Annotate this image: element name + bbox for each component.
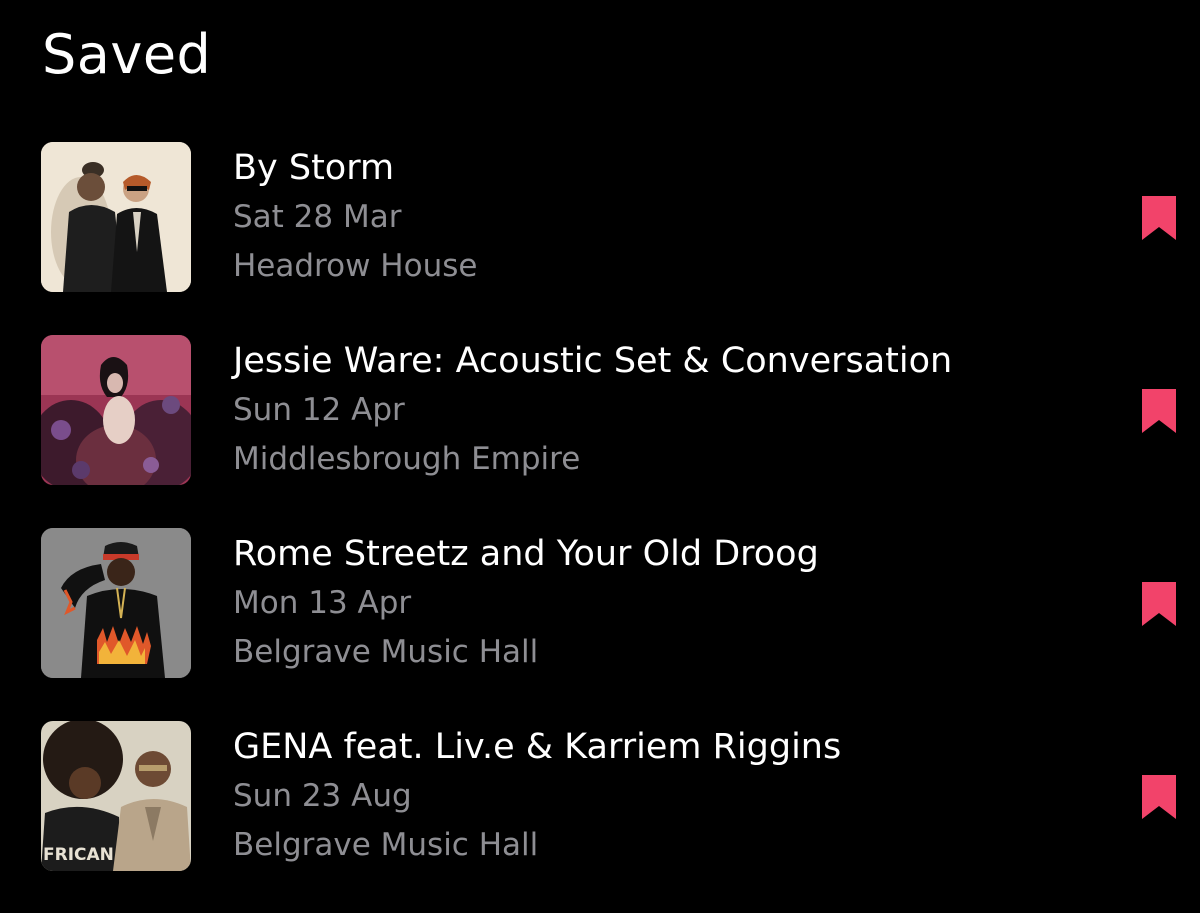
page-title: Saved <box>42 23 212 86</box>
event-thumbnail <box>41 142 191 292</box>
bookmark-filled-icon[interactable] <box>1142 389 1176 433</box>
event-title: Rome Streetz and Your Old Droog <box>233 534 819 574</box>
event-date: Mon 13 Apr <box>233 585 412 621</box>
event-thumbnail <box>41 335 191 485</box>
event-title: Jessie Ware: Acoustic Set & Conversation <box>233 341 953 381</box>
event-date: Sun 23 Aug <box>233 778 412 814</box>
list-item[interactable]: Rome Streetz and Your Old Droog Mon 13 A… <box>0 527 1200 720</box>
list-item[interactable]: FRICAN GENA feat. Liv.e & Karriem Riggin… <box>0 720 1200 913</box>
bookmark-filled-icon[interactable] <box>1142 196 1176 240</box>
event-venue: Middlesbrough Empire <box>233 441 581 477</box>
event-venue: Belgrave Music Hall <box>233 634 539 670</box>
event-venue: Headrow House <box>233 248 478 284</box>
event-date: Sun 12 Apr <box>233 392 405 428</box>
event-venue: Belgrave Music Hall <box>233 827 539 863</box>
list-item[interactable]: Jessie Ware: Acoustic Set & Conversation… <box>0 334 1200 527</box>
event-thumbnail: FRICAN <box>41 721 191 871</box>
event-title: By Storm <box>233 148 395 188</box>
list-item[interactable]: By Storm Sat 28 Mar Headrow House <box>0 141 1200 334</box>
event-title: GENA feat. Liv.e & Karriem Riggins <box>233 727 842 767</box>
event-thumbnail <box>41 528 191 678</box>
saved-events-list: By Storm Sat 28 Mar Headrow House Jessie… <box>0 141 1200 913</box>
event-date: Sat 28 Mar <box>233 199 402 235</box>
bookmark-filled-icon[interactable] <box>1142 582 1176 626</box>
thumbnail-shirt-text: FRICAN <box>43 845 114 865</box>
bookmark-filled-icon[interactable] <box>1142 775 1176 819</box>
